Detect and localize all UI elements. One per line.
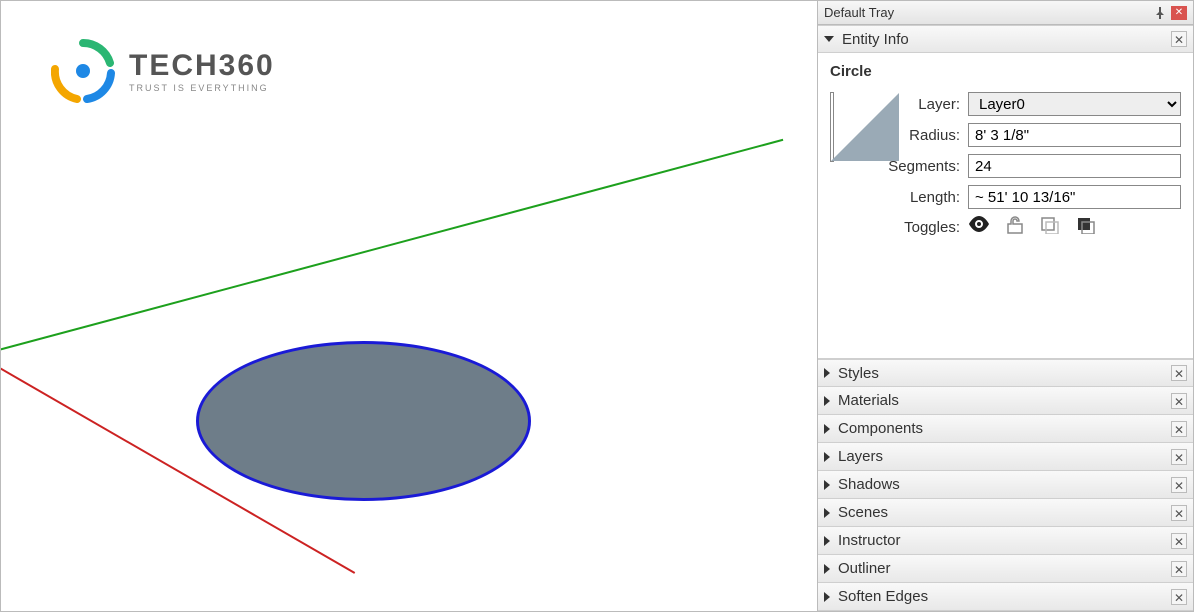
panel-close-icon[interactable]: ✕: [1171, 393, 1187, 409]
logo-brand: TECH360: [129, 49, 275, 83]
tray-title-text: Default Tray: [824, 5, 894, 20]
chevron-right-icon: [824, 536, 830, 546]
panel-entity-info-label: Entity Info: [842, 31, 909, 48]
chevron-down-icon: [824, 36, 834, 42]
panel-layers-label: Layers: [838, 448, 883, 465]
panel-components-label: Components: [838, 420, 923, 437]
receive-shadow-toggle-icon[interactable]: [1076, 216, 1096, 239]
panel-components[interactable]: Components ✕: [818, 415, 1193, 443]
lock-toggle-icon[interactable]: [1006, 216, 1024, 239]
axis-green: [1, 139, 783, 353]
panel-shadows-label: Shadows: [838, 476, 900, 493]
chevron-right-icon: [824, 452, 830, 462]
panel-materials-label: Materials: [838, 392, 899, 409]
panel-close-icon[interactable]: ✕: [1171, 31, 1187, 47]
chevron-right-icon: [824, 508, 830, 518]
panel-outliner-label: Outliner: [838, 560, 891, 577]
collapsed-panels: Styles ✕ Materials ✕ Components ✕ Layers…: [818, 359, 1193, 611]
panel-close-icon[interactable]: ✕: [1171, 365, 1187, 381]
entity-type: Circle: [830, 63, 1181, 80]
visible-toggle-icon[interactable]: [968, 216, 990, 239]
panel-scenes[interactable]: Scenes ✕: [818, 499, 1193, 527]
panel-close-icon[interactable]: ✕: [1171, 449, 1187, 465]
length-label: Length:: [858, 189, 968, 206]
panel-shadows[interactable]: Shadows ✕: [818, 471, 1193, 499]
panel-close-icon[interactable]: ✕: [1171, 421, 1187, 437]
logo-tagline: TRUST IS EVERYTHING: [129, 83, 275, 93]
shadow-toggle-icon[interactable]: [1040, 216, 1060, 239]
chevron-right-icon: [824, 424, 830, 434]
panel-soften-edges[interactable]: Soften Edges ✕: [818, 583, 1193, 611]
logo-mark-icon: [51, 39, 115, 103]
pin-icon[interactable]: [1153, 6, 1167, 20]
panel-instructor-label: Instructor: [838, 532, 901, 549]
material-swatch[interactable]: [830, 92, 834, 162]
panel-instructor[interactable]: Instructor ✕: [818, 527, 1193, 555]
length-input[interactable]: [968, 185, 1181, 209]
chevron-right-icon: [824, 396, 830, 406]
panel-close-icon[interactable]: ✕: [1171, 589, 1187, 605]
panel-materials[interactable]: Materials ✕: [818, 387, 1193, 415]
chevron-right-icon: [824, 480, 830, 490]
panel-soften-edges-label: Soften Edges: [838, 588, 928, 605]
close-icon[interactable]: ✕: [1171, 6, 1187, 20]
tray-titlebar[interactable]: Default Tray ✕: [818, 1, 1193, 25]
panel-scenes-label: Scenes: [838, 504, 888, 521]
viewport[interactable]: TECH360 TRUST IS EVERYTHING: [1, 1, 817, 611]
default-tray: Default Tray ✕ Entity Info ✕ Circle Laye…: [817, 1, 1193, 611]
chevron-right-icon: [824, 592, 830, 602]
toggles-label: Toggles:: [858, 219, 968, 236]
entity-info-body: Circle Layer: Layer0 Radius:: [818, 53, 1193, 359]
chevron-right-icon: [824, 564, 830, 574]
panel-styles[interactable]: Styles ✕: [818, 359, 1193, 387]
panel-close-icon[interactable]: ✕: [1171, 477, 1187, 493]
panel-styles-label: Styles: [838, 365, 879, 382]
circle-entity[interactable]: [196, 341, 531, 501]
chevron-right-icon: [824, 368, 830, 378]
logo: TECH360 TRUST IS EVERYTHING: [51, 39, 275, 103]
panel-outliner[interactable]: Outliner ✕: [818, 555, 1193, 583]
panel-close-icon[interactable]: ✕: [1171, 561, 1187, 577]
panel-close-icon[interactable]: ✕: [1171, 505, 1187, 521]
panel-entity-info-header[interactable]: Entity Info ✕: [818, 25, 1193, 53]
segments-input[interactable]: [968, 154, 1181, 178]
layer-select[interactable]: Layer0: [968, 92, 1181, 116]
panel-close-icon[interactable]: ✕: [1171, 533, 1187, 549]
panel-layers[interactable]: Layers ✕: [818, 443, 1193, 471]
radius-input[interactable]: [968, 123, 1181, 147]
